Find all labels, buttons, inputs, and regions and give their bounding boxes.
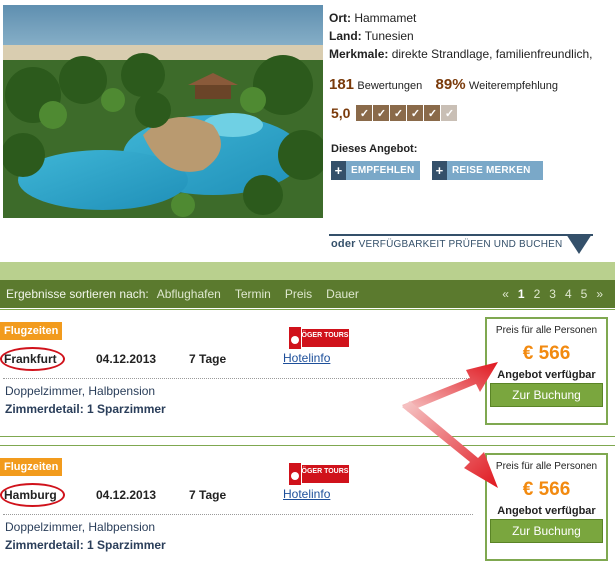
rating-checks: ✓ ✓ ✓ ✓ ✓ ✓ bbox=[356, 105, 458, 121]
arrow-down-icon bbox=[566, 234, 592, 254]
flight-times-tag[interactable]: Flugzeiten bbox=[0, 322, 63, 340]
or-label: oder bbox=[331, 238, 356, 250]
availability-status: Angebot verfügbar bbox=[497, 369, 596, 381]
price-value: € 566 bbox=[522, 343, 571, 364]
hotel-photo bbox=[3, 5, 323, 218]
hotelinfo-link[interactable]: Hotelinfo bbox=[283, 487, 330, 501]
departure-airport: Frankfurt bbox=[4, 352, 57, 366]
save-trip-button-label: REISE MERKEN bbox=[452, 165, 531, 176]
features-value: direkte Strandlage, familienfreundlich, bbox=[391, 47, 593, 61]
sort-bar: Ergebnisse sortieren nach: Abflughafen T… bbox=[0, 280, 615, 308]
travel-date: 04.12.2013 bbox=[96, 488, 157, 502]
tour-operator-name: ÖGER TOURS bbox=[302, 466, 349, 475]
room-type: Doppelzimmer, Halbpension bbox=[5, 520, 156, 534]
recommend-pct: 89% bbox=[435, 76, 466, 93]
travel-duration: 7 Tage bbox=[189, 488, 227, 502]
plus-icon: + bbox=[432, 161, 447, 180]
travel-duration: 7 Tage bbox=[189, 352, 227, 366]
travel-date: 04.12.2013 bbox=[96, 352, 157, 366]
divider bbox=[329, 234, 593, 236]
price-label: Preis für alle Personen bbox=[495, 325, 598, 336]
pagination: « 1 2 3 4 5 » bbox=[493, 280, 603, 308]
recommend-label: Weiterempfehlung bbox=[468, 80, 558, 92]
sort-option-preis[interactable]: Preis bbox=[285, 287, 312, 301]
location-label: Ort: bbox=[329, 11, 351, 25]
sort-option-termin[interactable]: Termin bbox=[235, 287, 271, 301]
room-detail: Zimmerdetail: 1 Sparzimmer bbox=[5, 402, 166, 416]
country-label: Land: bbox=[329, 29, 362, 43]
review-stats: 181 Bewertungen 89% Weiterempfehlung bbox=[329, 76, 613, 98]
rating-check-icon: ✓ bbox=[441, 105, 458, 121]
country-line: Land: Tunesien bbox=[329, 27, 609, 45]
book-button[interactable]: Zur Buchung bbox=[490, 519, 603, 543]
country-value: Tunesien bbox=[364, 29, 414, 43]
price-box: Preis für alle Personen € 566 Angebot ve… bbox=[485, 317, 608, 425]
rating-score: 5,0 ✓ ✓ ✓ ✓ ✓ ✓ bbox=[331, 104, 458, 122]
pager-page-1[interactable]: 1 bbox=[518, 287, 525, 301]
review-count: 181 bbox=[329, 76, 355, 93]
pager-page-4[interactable]: 4 bbox=[565, 287, 572, 301]
sort-lead: Ergebnisse sortieren nach: bbox=[6, 287, 149, 301]
pager-prev[interactable]: « bbox=[502, 287, 509, 301]
offer-label: Dieses Angebot: bbox=[331, 143, 418, 155]
check-availability-label: VERFÜGBARKEIT PRÜFEN UND BUCHEN bbox=[358, 239, 563, 250]
rating-check-icon: ✓ bbox=[424, 105, 441, 121]
pager-page-2[interactable]: 2 bbox=[534, 287, 541, 301]
sortbar-header-strip bbox=[0, 262, 615, 280]
pager-page-5[interactable]: 5 bbox=[581, 287, 588, 301]
price-label: Preis für alle Personen bbox=[495, 461, 598, 472]
features-label: Merkmale: bbox=[329, 47, 389, 61]
tour-operator-name: ÖGER TOURS bbox=[302, 330, 349, 339]
rating-check-icon: ✓ bbox=[356, 105, 373, 121]
check-availability-link[interactable]: oder VERFÜGBARKEIT PRÜFEN UND BUCHEN bbox=[331, 238, 562, 250]
rating-check-icon: ✓ bbox=[390, 105, 407, 121]
price-box: Preis für alle Personen € 566 Angebot ve… bbox=[485, 453, 608, 561]
tour-operator-logo: ÖGER TOURS bbox=[289, 463, 349, 485]
hotelinfo-link[interactable]: Hotelinfo bbox=[283, 351, 330, 365]
flight-times-tag[interactable]: Flugzeiten bbox=[0, 458, 63, 476]
room-type: Doppelzimmer, Halbpension bbox=[5, 384, 156, 398]
review-label: Bewertungen bbox=[357, 80, 423, 92]
availability-status: Angebot verfügbar bbox=[497, 505, 596, 517]
pager-next[interactable]: » bbox=[596, 287, 603, 301]
rating-check-icon: ✓ bbox=[373, 105, 390, 121]
divider bbox=[3, 378, 473, 379]
score-value: 5,0 bbox=[331, 105, 351, 121]
tour-operator-logo: ÖGER TOURS bbox=[289, 327, 349, 349]
plus-icon: + bbox=[331, 161, 346, 180]
location-value: Hammamet bbox=[354, 11, 417, 25]
features-line: Merkmale: direkte Strandlage, familienfr… bbox=[329, 45, 609, 63]
room-detail: Zimmerdetail: 1 Sparzimmer bbox=[5, 538, 166, 552]
pager-page-3[interactable]: 3 bbox=[549, 287, 556, 301]
hotel-details: Ort: Hammamet Land: Tunesien Merkmale: d… bbox=[329, 9, 609, 63]
recommend-button[interactable]: + EMPFEHLEN bbox=[331, 161, 420, 180]
location-line: Ort: Hammamet bbox=[329, 9, 609, 27]
book-button[interactable]: Zur Buchung bbox=[490, 383, 603, 407]
save-trip-button[interactable]: + REISE MERKEN bbox=[432, 161, 543, 180]
rating-check-icon: ✓ bbox=[407, 105, 424, 121]
departure-airport: Hamburg bbox=[4, 488, 57, 502]
divider bbox=[3, 514, 473, 515]
price-value: € 566 bbox=[522, 479, 571, 500]
recommend-button-label: EMPFEHLEN bbox=[351, 165, 415, 176]
sort-option-abflughafen[interactable]: Abflughafen bbox=[157, 287, 221, 301]
sort-option-dauer[interactable]: Dauer bbox=[326, 287, 359, 301]
